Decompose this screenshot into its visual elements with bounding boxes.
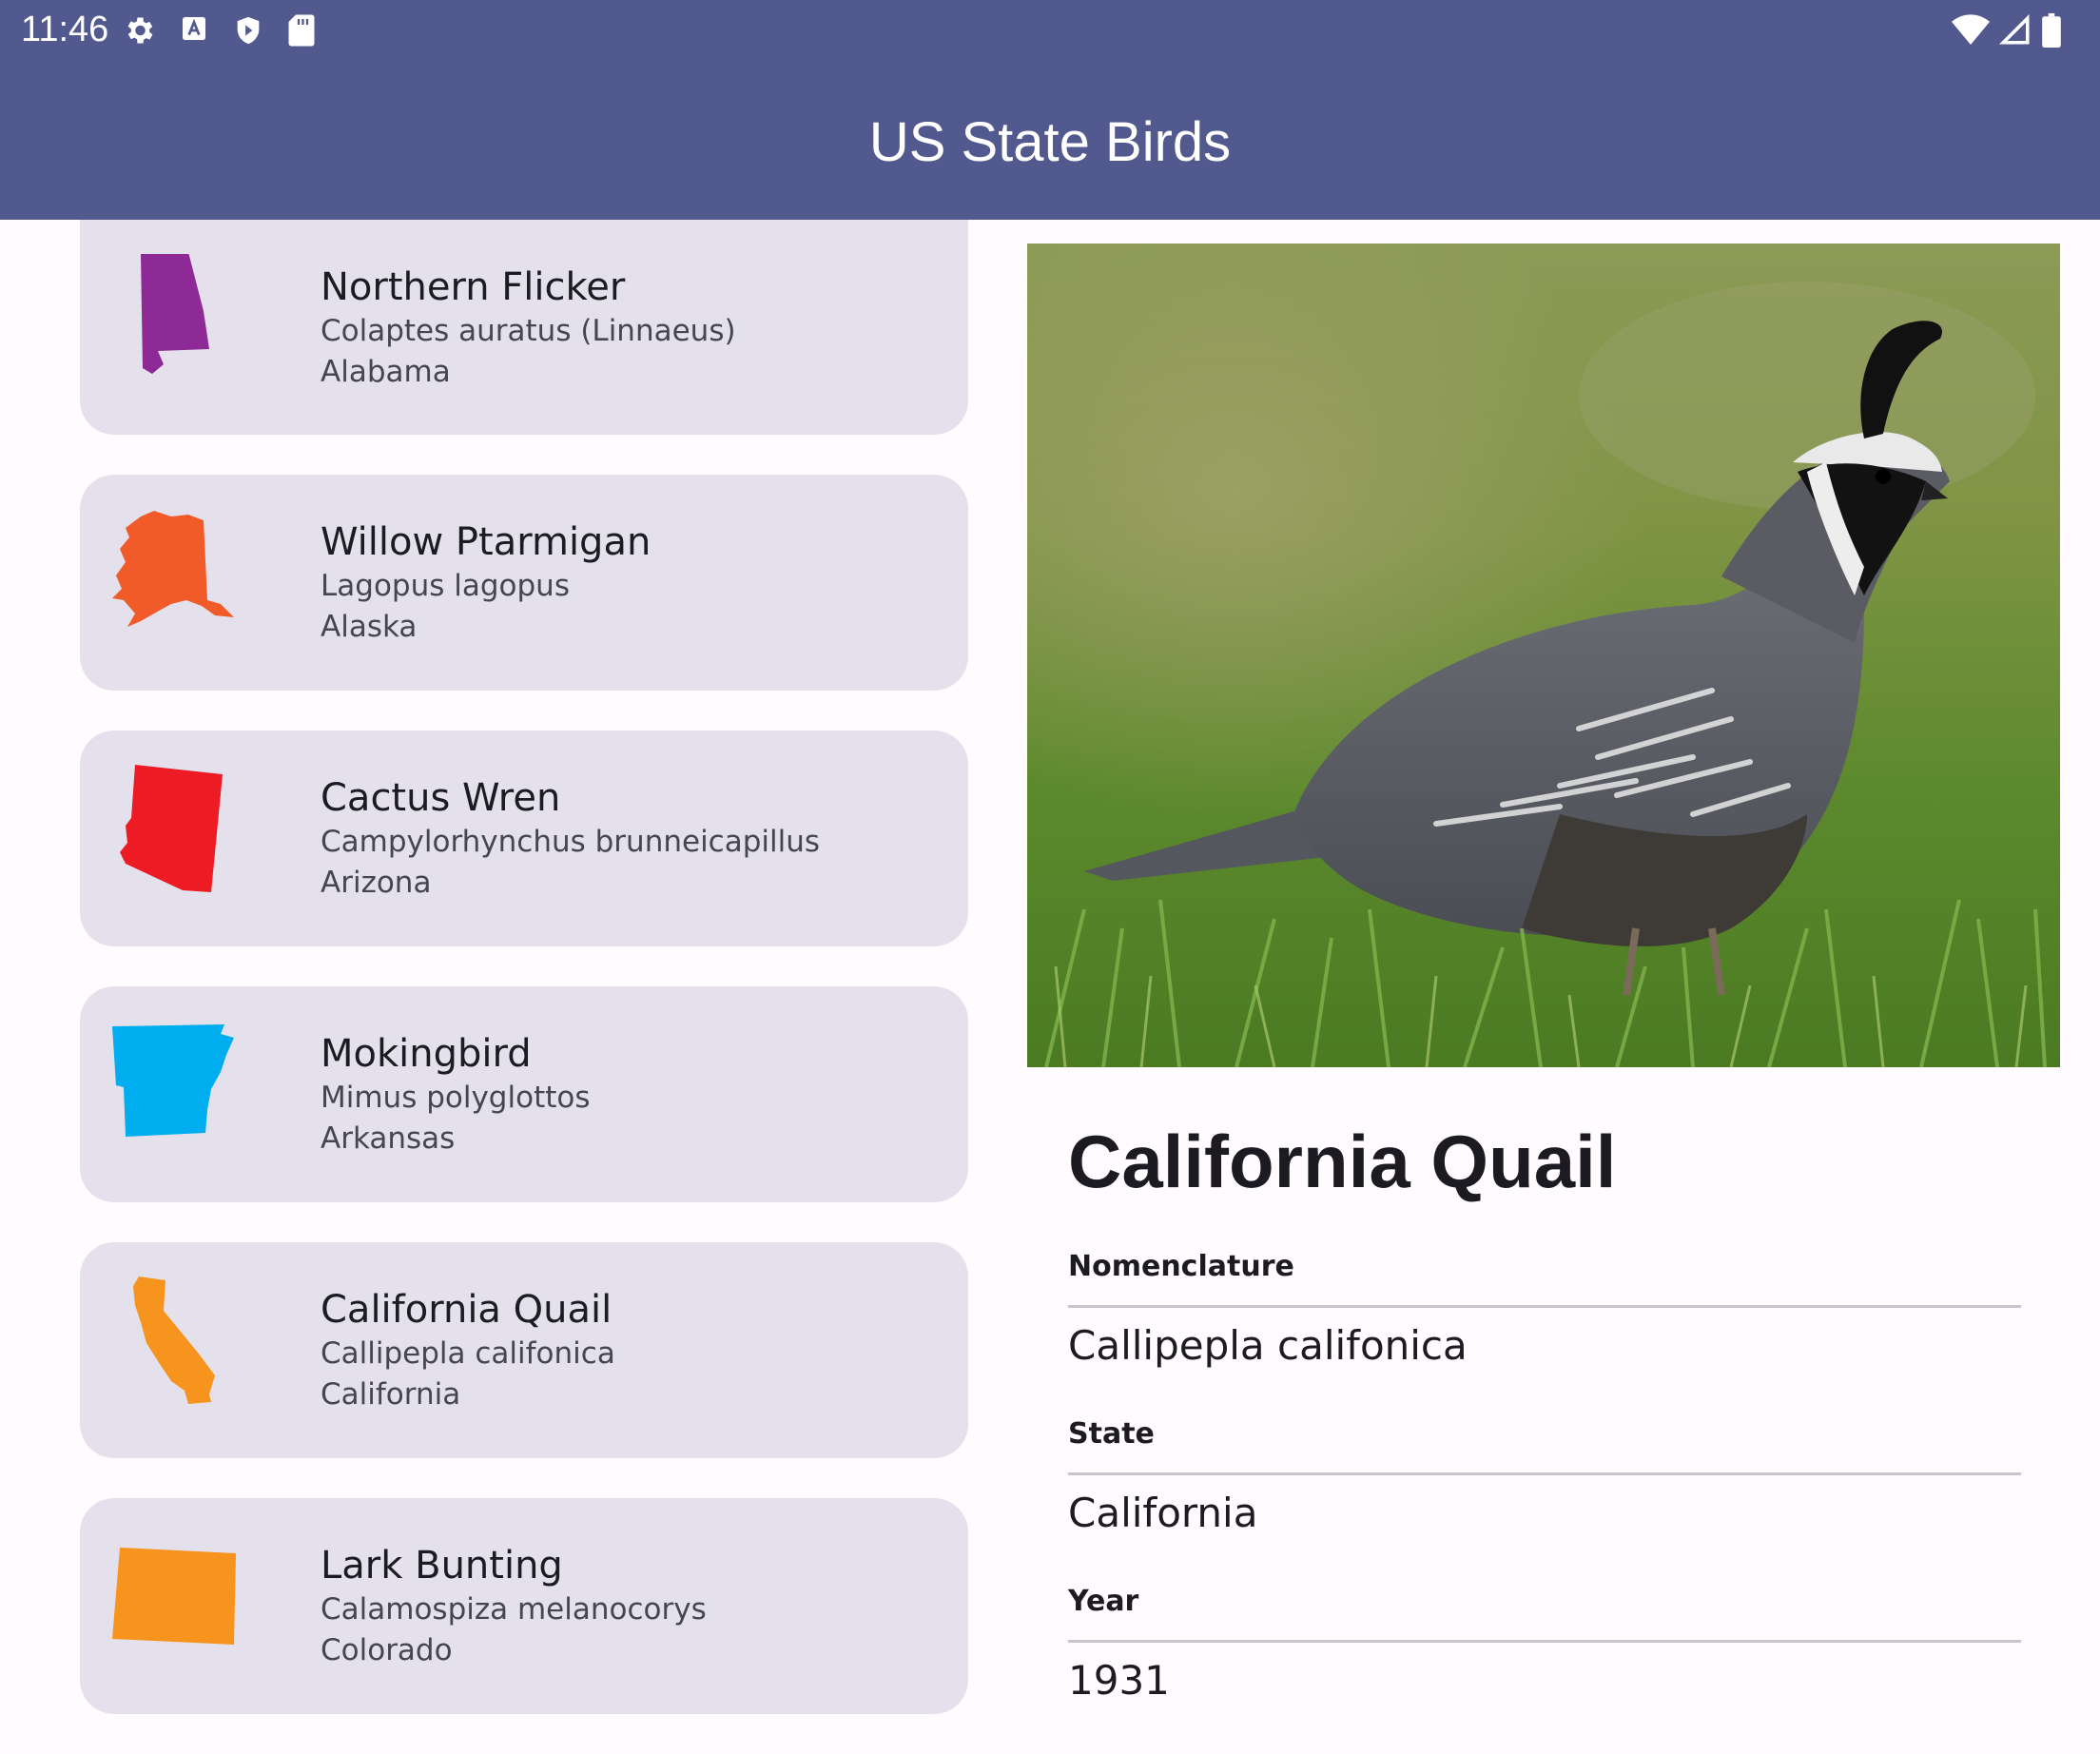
bird-state: Arkansas bbox=[321, 1121, 456, 1156]
year-divider bbox=[1068, 1640, 2021, 1643]
wifi-icon bbox=[1952, 14, 1990, 50]
detail-title: California Quail bbox=[1068, 1120, 1617, 1203]
california-map-icon bbox=[112, 1277, 245, 1410]
status-bar: 11:46 bbox=[0, 0, 2100, 61]
status-time: 11:46 bbox=[21, 10, 109, 49]
app-title: US State Birds bbox=[868, 111, 1232, 173]
alaska-map-icon bbox=[112, 509, 245, 642]
sd-card-icon bbox=[287, 13, 316, 51]
bird-state: California bbox=[321, 1377, 461, 1412]
bird-name: Northern Flicker bbox=[321, 265, 626, 309]
nomenclature-label: Nomenclature bbox=[1068, 1250, 1294, 1283]
bird-scientific-name: Mimus polyglottos bbox=[321, 1081, 591, 1115]
alabama-map-icon bbox=[112, 252, 245, 387]
year-value: 1931 bbox=[1068, 1657, 1170, 1704]
bird-photo bbox=[1027, 244, 2060, 1067]
cell-signal-icon bbox=[1998, 13, 2032, 50]
gear-icon bbox=[122, 13, 156, 51]
bird-list[interactable]: Northern Flicker Colaptes auratus (Linna… bbox=[80, 220, 968, 1754]
bird-name: Cactus Wren bbox=[321, 776, 561, 820]
bird-state: Colorado bbox=[321, 1633, 453, 1667]
bird-scientific-name: Lagopus lagopus bbox=[321, 569, 570, 603]
app-bar: US State Birds bbox=[0, 61, 2100, 220]
bird-scientific-name: Colaptes auratus (Linnaeus) bbox=[321, 314, 736, 348]
a-icon bbox=[179, 13, 209, 51]
state-label: State bbox=[1068, 1417, 1155, 1451]
arkansas-map-icon bbox=[112, 1021, 245, 1154]
state-divider bbox=[1068, 1472, 2021, 1475]
bird-card-arizona[interactable]: Cactus Wren Campylorhynchus brunneicapil… bbox=[80, 731, 968, 946]
bird-state: Alabama bbox=[321, 355, 451, 389]
bird-card-california[interactable]: California Quail Callipepla califonica C… bbox=[80, 1242, 968, 1458]
shield-play-icon bbox=[232, 13, 264, 51]
nomenclature-divider bbox=[1068, 1305, 2021, 1308]
bird-name: Mokingbird bbox=[321, 1032, 532, 1076]
arizona-map-icon bbox=[112, 765, 245, 898]
bird-state: Alaska bbox=[321, 610, 418, 644]
bird-card-alaska[interactable]: Willow Ptarmigan Lagopus lagopus Alaska bbox=[80, 475, 968, 691]
bird-state: Arizona bbox=[321, 866, 432, 900]
bird-scientific-name: Callipepla califonica bbox=[321, 1336, 615, 1371]
bird-name: California Quail bbox=[321, 1288, 612, 1332]
bird-card-alabama[interactable]: Northern Flicker Colaptes auratus (Linna… bbox=[80, 220, 968, 435]
bird-scientific-name: Calamospiza melanocorys bbox=[321, 1592, 707, 1627]
bird-card-colorado[interactable]: Lark Bunting Calamospiza melanocorys Col… bbox=[80, 1498, 968, 1714]
nomenclature-value: Callipepla califonica bbox=[1068, 1322, 1468, 1369]
bird-name: Lark Bunting bbox=[321, 1544, 563, 1588]
state-value: California bbox=[1068, 1490, 1258, 1536]
colorado-map-icon bbox=[112, 1532, 245, 1666]
battery-icon bbox=[2041, 13, 2062, 51]
bird-scientific-name: Campylorhynchus brunneicapillus bbox=[321, 825, 821, 859]
bird-name: Willow Ptarmigan bbox=[321, 520, 651, 564]
bird-card-arkansas[interactable]: Mokingbird Mimus polyglottos Arkansas bbox=[80, 986, 968, 1202]
year-label: Year bbox=[1068, 1585, 1139, 1618]
